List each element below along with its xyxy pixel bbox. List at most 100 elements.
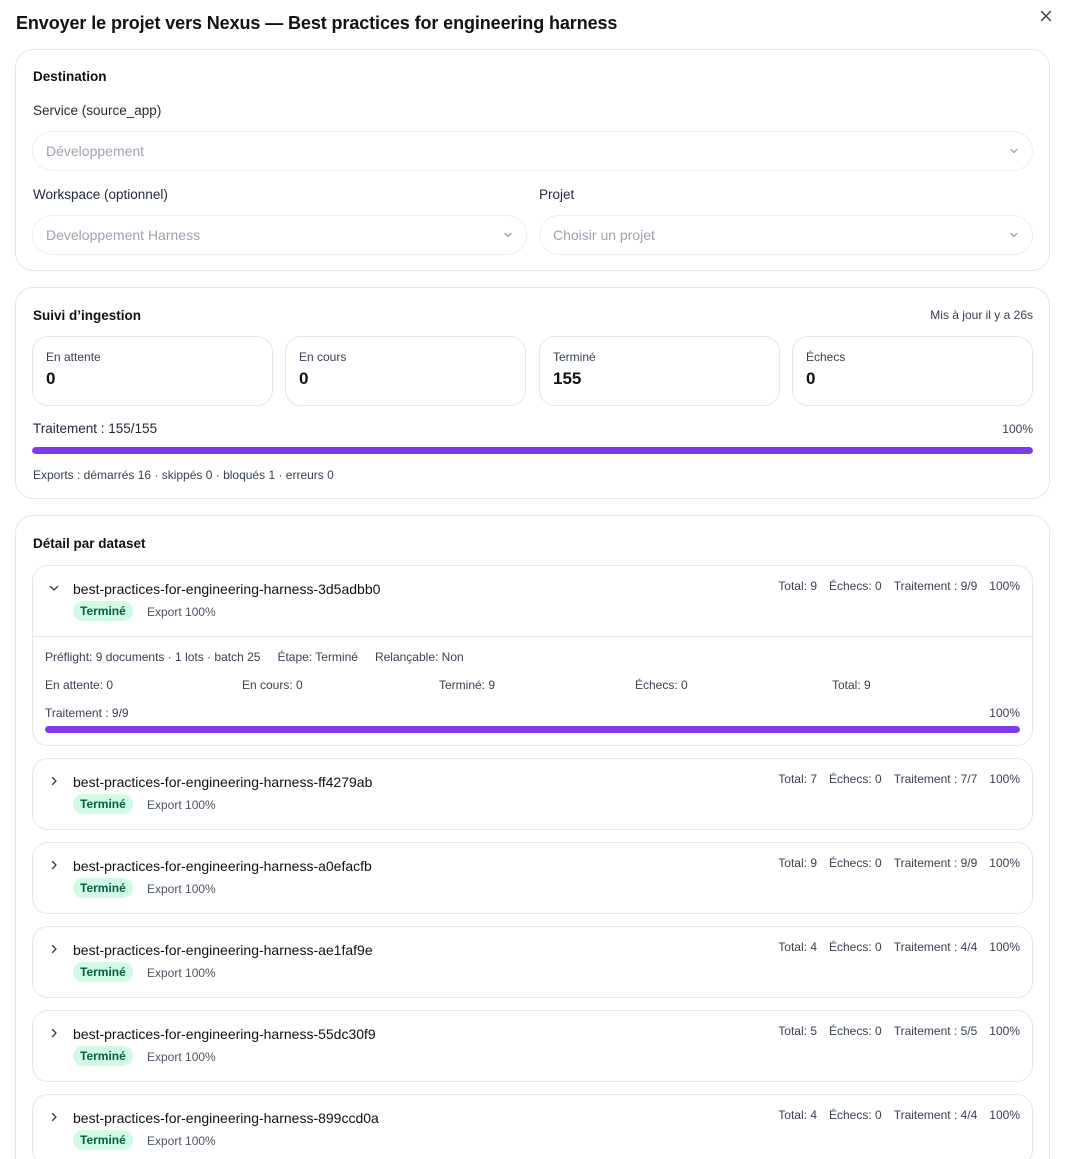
close-button[interactable] bbox=[1036, 6, 1056, 26]
detail-progress-bar-fill bbox=[45, 726, 1020, 733]
dataset-name[interactable]: best-practices-for-engineering-harness-8… bbox=[73, 1110, 379, 1126]
dataset-processing: Traitement : 7/7 bbox=[893, 772, 978, 786]
dataset-item: best-practices-for-engineering-harness-a… bbox=[32, 926, 1033, 998]
chevron-down-icon bbox=[1010, 232, 1018, 238]
export-status: Export 100% bbox=[147, 966, 216, 980]
stat-value: 0 bbox=[46, 369, 56, 388]
dataset-stats: Total: 7 Échecs: 0 Traitement : 7/7 100% bbox=[778, 772, 1020, 786]
dataset-percent: 100% bbox=[989, 772, 1020, 786]
chevron-right-icon[interactable] bbox=[48, 1027, 60, 1039]
status-badge: Terminé bbox=[73, 962, 133, 982]
export-status: Export 100% bbox=[147, 882, 216, 896]
progress-bar-fill bbox=[32, 447, 1033, 454]
destination-section: Destination Service (source_app) Dévelop… bbox=[15, 49, 1050, 271]
dataset-stats: Total: 9 Échecs: 0 Traitement : 9/9 100% bbox=[778, 579, 1020, 593]
close-icon bbox=[1040, 10, 1052, 22]
dataset-processing: Traitement : 9/9 bbox=[893, 856, 978, 870]
chevron-right-icon[interactable] bbox=[48, 775, 60, 787]
stat-label: En attente bbox=[46, 350, 101, 364]
chevron-right-icon[interactable] bbox=[48, 943, 60, 955]
dataset-percent: 100% bbox=[989, 856, 1020, 870]
dataset-total: Total: 5 bbox=[778, 1024, 817, 1038]
dataset-stats: Total: 4 Échecs: 0 Traitement : 4/4 100% bbox=[778, 940, 1020, 954]
progress-bar bbox=[32, 447, 1033, 454]
service-select-value: Développement bbox=[46, 143, 145, 159]
dataset-failures: Échecs: 0 bbox=[829, 579, 882, 593]
stat-label: Échecs bbox=[806, 350, 846, 364]
status-badge: Terminé bbox=[73, 794, 133, 814]
stat-failures: Échecs 0 bbox=[792, 336, 1033, 406]
dataset-item: best-practices-for-engineering-harness-5… bbox=[32, 1010, 1033, 1082]
detail-done: Terminé: 9 bbox=[439, 678, 496, 692]
relaunchable-info: Relançable: Non bbox=[374, 650, 464, 664]
destination-title: Destination bbox=[33, 69, 107, 84]
service-label: Service (source_app) bbox=[33, 103, 162, 118]
detail-failures: Échecs: 0 bbox=[635, 678, 688, 692]
detail-progress-bar bbox=[45, 726, 1020, 733]
dataset-percent: 100% bbox=[989, 1108, 1020, 1122]
workspace-select-value: Developpement Harness bbox=[46, 227, 201, 243]
modal-title: Envoyer le projet vers Nexus — Best prac… bbox=[16, 13, 618, 33]
dataset-failures: Échecs: 0 bbox=[829, 1108, 882, 1122]
step-info: Étape: Terminé bbox=[277, 650, 358, 664]
dataset-stats: Total: 9 Échecs: 0 Traitement : 9/9 100% bbox=[778, 856, 1020, 870]
dataset-item: best-practices-for-engineering-harness-3… bbox=[32, 565, 1033, 746]
detail-progress-percent: 100% bbox=[989, 706, 1020, 720]
dataset-failures: Échecs: 0 bbox=[829, 856, 882, 870]
dataset-name[interactable]: best-practices-for-engineering-harness-a… bbox=[73, 942, 373, 958]
dataset-name[interactable]: best-practices-for-engineering-harness-5… bbox=[73, 1026, 376, 1042]
chevron-right-icon[interactable] bbox=[48, 859, 60, 871]
workspace-select[interactable]: Developpement Harness bbox=[32, 215, 527, 255]
status-badge: Terminé bbox=[73, 1046, 133, 1066]
project-select[interactable]: Choisir un projet bbox=[539, 215, 1033, 255]
status-badge: Terminé bbox=[73, 1130, 133, 1150]
dataset-percent: 100% bbox=[989, 940, 1020, 954]
stat-in-progress: En cours 0 bbox=[285, 336, 526, 406]
project-select-placeholder: Choisir un projet bbox=[553, 227, 655, 243]
dataset-processing: Traitement : 4/4 bbox=[893, 1108, 978, 1122]
dataset-percent: 100% bbox=[989, 579, 1020, 593]
dataset-section: Détail par dataset best-practices-for-en… bbox=[15, 515, 1050, 1159]
dataset-stats: Total: 5 Échecs: 0 Traitement : 5/5 100% bbox=[778, 1024, 1020, 1038]
stat-label: En cours bbox=[299, 350, 347, 364]
dataset-total: Total: 7 bbox=[778, 772, 817, 786]
dataset-name[interactable]: best-practices-for-engineering-harness-3… bbox=[73, 581, 380, 597]
service-select[interactable]: Développement bbox=[32, 131, 1033, 171]
chevron-right-icon[interactable] bbox=[48, 1111, 60, 1123]
stat-value: 155 bbox=[553, 369, 582, 388]
dataset-processing: Traitement : 4/4 bbox=[893, 940, 978, 954]
stat-value: 0 bbox=[299, 369, 309, 388]
detail-in-progress: En cours: 0 bbox=[242, 678, 303, 692]
dataset-total: Total: 4 bbox=[778, 940, 817, 954]
dataset-name[interactable]: best-practices-for-engineering-harness-a… bbox=[73, 858, 372, 874]
stat-value: 0 bbox=[806, 369, 816, 388]
dataset-processing: Traitement : 9/9 bbox=[893, 579, 978, 593]
dataset-item: best-practices-for-engineering-harness-8… bbox=[32, 1094, 1033, 1159]
detail-progress-label: Traitement : 9/9 bbox=[45, 706, 129, 720]
detail-total: Total: 9 bbox=[832, 678, 871, 692]
progress-percent: 100% bbox=[1002, 422, 1033, 436]
dataset-name[interactable]: best-practices-for-engineering-harness-f… bbox=[73, 774, 372, 790]
export-status: Export 100% bbox=[147, 1050, 216, 1064]
progress-label: Traitement : 155/155 bbox=[33, 421, 158, 436]
divider bbox=[33, 636, 1032, 637]
dataset-stats: Total: 4 Échecs: 0 Traitement : 4/4 100% bbox=[778, 1108, 1020, 1122]
stat-done: Terminé 155 bbox=[539, 336, 780, 406]
preflight-info: Préflight: 9 documents · 1 lots · batch … bbox=[45, 650, 261, 664]
chevron-down-icon[interactable] bbox=[48, 582, 60, 594]
status-badge: Terminé bbox=[73, 601, 133, 621]
dataset-processing: Traitement : 5/5 bbox=[893, 1024, 978, 1038]
chevron-down-icon bbox=[504, 232, 512, 238]
export-status: Export 100% bbox=[147, 605, 216, 619]
dataset-title: Détail par dataset bbox=[33, 536, 146, 551]
dataset-failures: Échecs: 0 bbox=[829, 772, 882, 786]
project-label: Projet bbox=[539, 187, 575, 202]
workspace-label: Workspace (optionnel) bbox=[33, 187, 168, 202]
chevron-down-icon bbox=[1010, 148, 1018, 154]
dataset-failures: Échecs: 0 bbox=[829, 940, 882, 954]
dataset-item: best-practices-for-engineering-harness-f… bbox=[32, 758, 1033, 830]
export-status: Export 100% bbox=[147, 1134, 216, 1148]
dataset-failures: Échecs: 0 bbox=[829, 1024, 882, 1038]
dataset-total: Total: 9 bbox=[778, 856, 817, 870]
dataset-detail-meta: Préflight: 9 documents · 1 lots · batch … bbox=[45, 650, 464, 664]
